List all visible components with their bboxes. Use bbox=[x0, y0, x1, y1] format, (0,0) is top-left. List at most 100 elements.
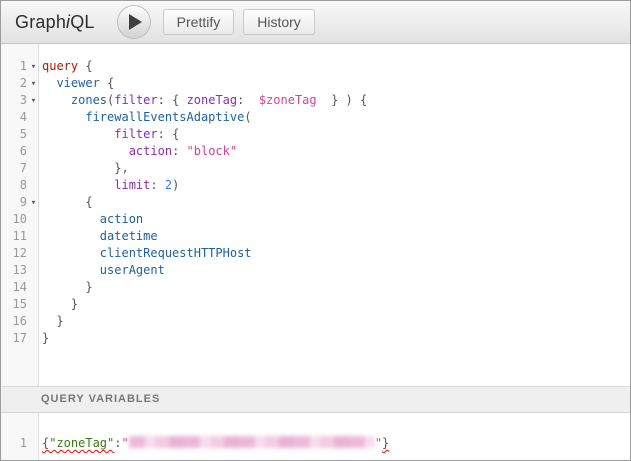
code-text: {"zoneTag":""} bbox=[42, 436, 389, 450]
line-number: 14 bbox=[1, 279, 27, 296]
code-token: query bbox=[42, 59, 78, 73]
line-number: 13 bbox=[1, 262, 27, 279]
code-token bbox=[42, 178, 114, 192]
code-line[interactable]: 4 firewallEventsAdaptive( bbox=[1, 109, 630, 126]
code-token bbox=[338, 93, 345, 107]
code-token: : bbox=[158, 93, 165, 107]
code-line[interactable]: 10 action bbox=[1, 211, 630, 228]
code-token: 2 bbox=[165, 178, 172, 192]
code-token: action bbox=[129, 144, 172, 158]
code-text: { bbox=[42, 195, 93, 209]
play-icon bbox=[129, 14, 142, 30]
code-token: } bbox=[85, 280, 92, 294]
code-line[interactable]: 2▾ viewer { bbox=[1, 75, 630, 92]
code-token bbox=[42, 212, 100, 226]
code-token bbox=[42, 110, 85, 124]
app-logo: GraphiQL bbox=[15, 12, 95, 33]
code-token: } bbox=[42, 331, 49, 345]
code-text: firewallEventsAdaptive( bbox=[42, 110, 252, 124]
line-number: 11 bbox=[1, 228, 27, 245]
code-token: { bbox=[360, 93, 367, 107]
code-line[interactable]: 3▾ zones(filter: { zoneTag: $zoneTag } )… bbox=[1, 92, 630, 109]
line-number: 1 bbox=[1, 58, 27, 75]
history-button[interactable]: History bbox=[243, 9, 315, 35]
code-token bbox=[42, 144, 129, 158]
code-line[interactable]: 12 clientRequestHTTPHost bbox=[1, 245, 630, 262]
code-token bbox=[42, 93, 71, 107]
code-token: $zoneTag bbox=[259, 93, 317, 107]
code-line[interactable]: 9▾ { bbox=[1, 194, 630, 211]
variables-editor[interactable]: 1{"zoneTag":""} bbox=[1, 413, 630, 460]
logo-text: Graph bbox=[15, 12, 66, 32]
code-token: clientRequestHTTPHost bbox=[100, 246, 252, 260]
code-token bbox=[353, 93, 360, 107]
code-token bbox=[317, 93, 331, 107]
code-token bbox=[165, 93, 172, 107]
code-token: { bbox=[107, 76, 114, 90]
redacted-zone-tag-value bbox=[129, 436, 375, 448]
code-line[interactable]: 5 filter: { bbox=[1, 126, 630, 143]
toolbar: GraphiQL Prettify History bbox=[1, 1, 630, 44]
code-token bbox=[158, 178, 165, 192]
code-token: limit bbox=[114, 178, 150, 192]
fold-arrow-icon[interactable]: ▾ bbox=[27, 195, 40, 212]
code-text: query { bbox=[42, 59, 93, 73]
code-line[interactable]: 1▾query { bbox=[1, 58, 630, 75]
code-text: clientRequestHTTPHost bbox=[42, 246, 252, 260]
code-token: { bbox=[85, 59, 92, 73]
code-text: } bbox=[42, 331, 49, 345]
code-token: }, bbox=[114, 161, 128, 175]
graphiql-window: GraphiQL Prettify History 1▾query {2▾ vi… bbox=[0, 0, 631, 461]
code-line[interactable]: 13 userAgent bbox=[1, 262, 630, 279]
code-token: "zoneTag" bbox=[49, 436, 114, 450]
fold-arrow-icon[interactable]: ▾ bbox=[27, 93, 40, 110]
code-text: viewer { bbox=[42, 76, 114, 90]
code-token bbox=[42, 280, 85, 294]
code-line[interactable]: 11 datetime bbox=[1, 228, 630, 245]
query-variables-header[interactable]: QUERY VARIABLES bbox=[1, 386, 630, 413]
code-token bbox=[42, 314, 56, 328]
line-number: 15 bbox=[1, 296, 27, 313]
code-token: userAgent bbox=[100, 263, 165, 277]
code-token bbox=[42, 297, 71, 311]
fold-arrow-icon[interactable]: ▾ bbox=[27, 59, 40, 76]
code-token bbox=[42, 127, 114, 141]
code-line[interactable]: 17} bbox=[1, 330, 630, 347]
line-number: 10 bbox=[1, 211, 27, 228]
code-token: "block" bbox=[187, 144, 238, 158]
line-number: 17 bbox=[1, 330, 27, 347]
code-token: action bbox=[100, 212, 143, 226]
code-token bbox=[179, 144, 186, 158]
code-token: filter bbox=[114, 93, 157, 107]
code-text: }, bbox=[42, 161, 129, 175]
execute-query-button[interactable] bbox=[117, 5, 151, 39]
code-line[interactable]: 16 } bbox=[1, 313, 630, 330]
code-token: : bbox=[114, 436, 121, 450]
code-text: limit: 2) bbox=[42, 178, 179, 192]
line-number: 5 bbox=[1, 126, 27, 143]
line-number: 6 bbox=[1, 143, 27, 160]
code-token: ) bbox=[172, 178, 179, 192]
line-number: 12 bbox=[1, 245, 27, 262]
code-line[interactable]: 6 action: "block" bbox=[1, 143, 630, 160]
code-token bbox=[179, 93, 186, 107]
code-token: ) bbox=[346, 93, 353, 107]
code-text: datetime bbox=[42, 229, 158, 243]
query-editor[interactable]: 1▾query {2▾ viewer {3▾ zones(filter: { z… bbox=[1, 44, 630, 386]
line-number: 9 bbox=[1, 194, 27, 211]
code-line[interactable]: 7 }, bbox=[1, 160, 630, 177]
fold-arrow-icon[interactable]: ▾ bbox=[27, 76, 40, 93]
line-number: 16 bbox=[1, 313, 27, 330]
code-token bbox=[244, 93, 258, 107]
code-token: zones bbox=[71, 93, 107, 107]
code-line[interactable]: 15 } bbox=[1, 296, 630, 313]
prettify-button[interactable]: Prettify bbox=[163, 9, 235, 35]
code-token: { bbox=[85, 195, 92, 209]
code-text: action bbox=[42, 212, 143, 226]
code-line[interactable]: 1{"zoneTag":""} bbox=[1, 435, 630, 452]
code-token: datetime bbox=[100, 229, 158, 243]
code-line[interactable]: 8 limit: 2) bbox=[1, 177, 630, 194]
code-text: zones(filter: { zoneTag: $zoneTag } ) { bbox=[42, 93, 367, 107]
code-line[interactable]: 14 } bbox=[1, 279, 630, 296]
code-text: } bbox=[42, 280, 93, 294]
